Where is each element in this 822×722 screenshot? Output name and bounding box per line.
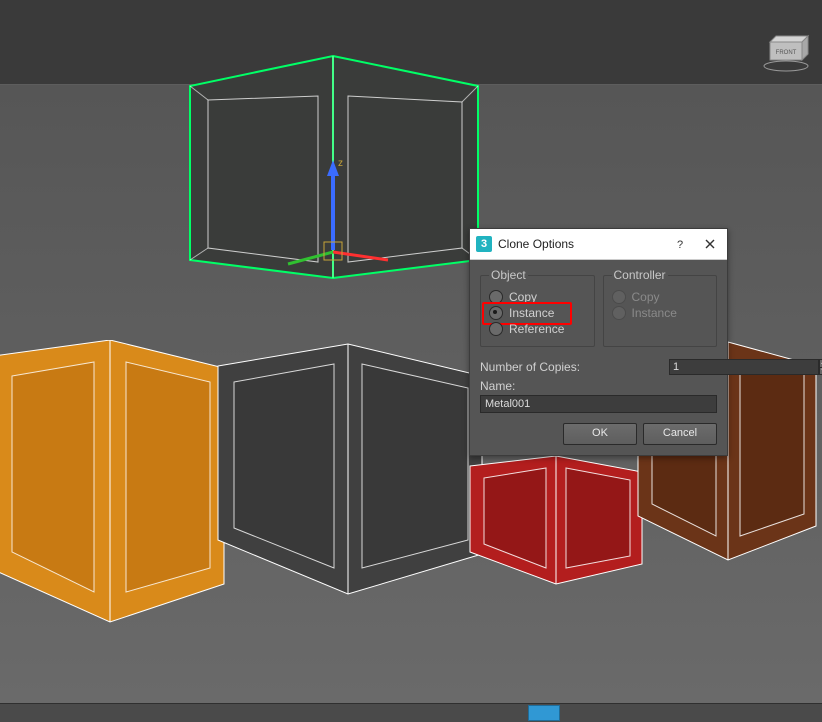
ok-button[interactable]: OK (563, 423, 637, 445)
object-group: Object Copy Instance Reference (480, 268, 595, 347)
help-button[interactable]: ? (665, 230, 695, 258)
controller-group: Controller Copy Instance (603, 268, 718, 347)
crate-grey[interactable] (210, 342, 490, 600)
name-label: Name: (480, 379, 717, 393)
dialog-body: Object Copy Instance Reference Controlle… (470, 260, 727, 455)
radio-reference[interactable]: Reference (489, 322, 586, 336)
controller-group-label: Controller (612, 268, 668, 282)
close-icon (705, 239, 715, 249)
radio-label: Copy (632, 290, 660, 304)
help-icon: ? (674, 238, 686, 250)
controller-radio-copy: Copy (612, 290, 709, 304)
radio-icon (489, 290, 503, 304)
radio-label: Instance (632, 306, 677, 320)
radio-icon (489, 306, 503, 320)
copies-spinner[interactable]: ▲ ▼ (669, 359, 717, 375)
clone-options-dialog: 3 Clone Options ? Object Copy Instance (469, 228, 728, 456)
cancel-button[interactable]: Cancel (643, 423, 717, 445)
name-input[interactable] (480, 395, 717, 413)
radio-label: Copy (509, 290, 537, 304)
copies-row: Number of Copies: ▲ ▼ (480, 359, 717, 375)
app-icon: 3 (476, 236, 492, 252)
crate-orange[interactable] (0, 340, 230, 630)
svg-text:z: z (338, 158, 343, 169)
copies-label: Number of Copies: (480, 360, 663, 374)
radio-icon (612, 290, 626, 304)
radio-instance[interactable]: Instance (489, 306, 586, 320)
radio-label: Instance (509, 306, 554, 320)
radio-copy[interactable]: Copy (489, 290, 586, 304)
dialog-titlebar[interactable]: 3 Clone Options ? (470, 229, 727, 260)
radio-label: Reference (509, 322, 564, 336)
name-row: Name: (480, 379, 717, 413)
object-group-label: Object (489, 268, 528, 282)
crate-red[interactable] (466, 456, 646, 588)
svg-text:?: ? (677, 239, 683, 250)
radio-icon (612, 306, 626, 320)
close-button[interactable] (695, 230, 725, 258)
timeline-current-frame[interactable] (528, 705, 560, 721)
controller-radio-instance: Instance (612, 306, 709, 320)
selected-crate[interactable]: z (178, 50, 488, 280)
copies-input[interactable] (669, 359, 819, 375)
timeline[interactable] (0, 703, 822, 722)
radio-icon (489, 322, 503, 336)
dialog-button-row: OK Cancel (480, 423, 717, 445)
dialog-title: Clone Options (498, 237, 665, 251)
